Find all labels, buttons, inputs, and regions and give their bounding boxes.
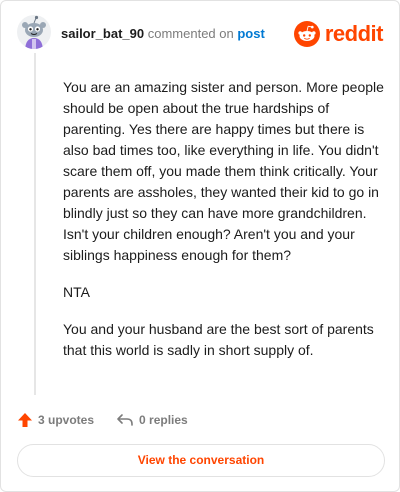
- replies-button[interactable]: 0 replies: [116, 412, 188, 428]
- post-link[interactable]: post: [237, 26, 264, 41]
- action-text: commented on: [147, 26, 234, 41]
- reddit-logo-icon: [293, 21, 320, 47]
- reply-count: 0 replies: [139, 413, 188, 427]
- comment-card: sailor_bat_90 commented on post reddit Y…: [0, 0, 400, 492]
- snoo-avatar-icon[interactable]: [17, 15, 51, 49]
- upvote-button[interactable]: 3 upvotes: [17, 412, 94, 428]
- author-username[interactable]: sailor_bat_90: [61, 26, 144, 41]
- upvote-count: 3 upvotes: [38, 413, 95, 427]
- comment-paragraph: NTA: [63, 284, 90, 300]
- view-conversation-button[interactable]: View the conversation: [17, 444, 385, 477]
- comment-attribution: sailor_bat_90 commented on post: [61, 26, 265, 42]
- reply-arrow-icon: [117, 414, 133, 426]
- comment-paragraph: You and your husband are the best sort o…: [63, 321, 374, 358]
- comment-paragraph: You are an amazing sister and person. Mo…: [63, 79, 384, 263]
- reddit-wordmark: reddit: [324, 21, 384, 46]
- comment-body: You are an amazing sister and person. Mo…: [63, 77, 389, 377]
- reddit-brand[interactable]: reddit: [293, 21, 384, 47]
- comment-actions: 3 upvotes 0 replies: [17, 410, 188, 430]
- thread-line: [34, 53, 36, 395]
- upvote-arrow-icon: [18, 413, 32, 427]
